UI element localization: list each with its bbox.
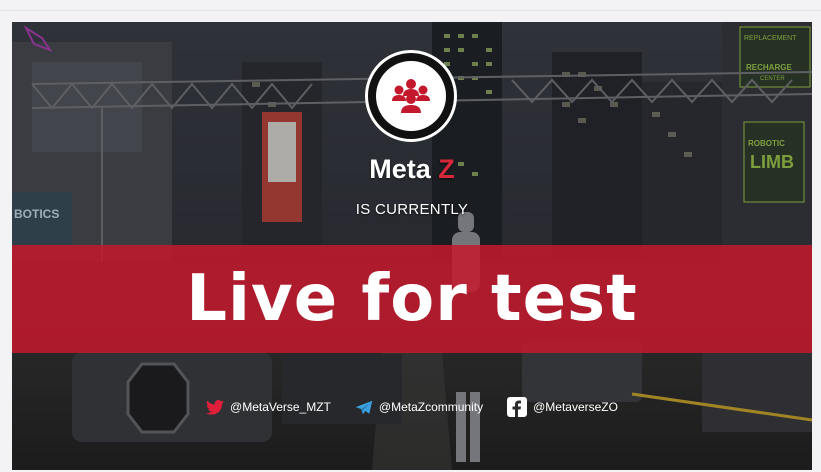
twitter-icon xyxy=(206,399,225,415)
status-subtitle: IS CURRENTLY xyxy=(355,201,469,218)
social-telegram[interactable]: @MetaZcommunity xyxy=(355,400,483,415)
telegram-icon xyxy=(355,400,373,414)
social-facebook[interactable]: @MetaverseZO xyxy=(507,397,618,417)
facebook-handle: @MetaverseZO xyxy=(533,400,618,414)
stream-overlay: BOTICS REPLACEMENT RECHARGE CENTER ROBOT… xyxy=(12,22,812,470)
browser-top-strip xyxy=(0,0,821,11)
twitter-handle: @MetaVerse_MZT xyxy=(230,400,331,414)
facebook-icon xyxy=(507,397,528,417)
banner-text: Live for test xyxy=(186,262,638,336)
brand-name-main: Meta xyxy=(369,154,439,184)
channel-logo xyxy=(365,50,457,142)
brand-name: Meta Z xyxy=(312,154,512,185)
group-people-icon xyxy=(392,79,430,113)
social-twitter[interactable]: @MetaVerse_MZT xyxy=(206,399,331,415)
telegram-handle: @MetaZcommunity xyxy=(378,400,484,414)
brand-name-accent: Z xyxy=(438,154,455,184)
social-links: @MetaVerse_MZT @MetaZcommunity @Metavers… xyxy=(12,394,812,420)
status-banner: Live for test xyxy=(12,245,812,353)
logo-inner-circle xyxy=(376,61,446,131)
